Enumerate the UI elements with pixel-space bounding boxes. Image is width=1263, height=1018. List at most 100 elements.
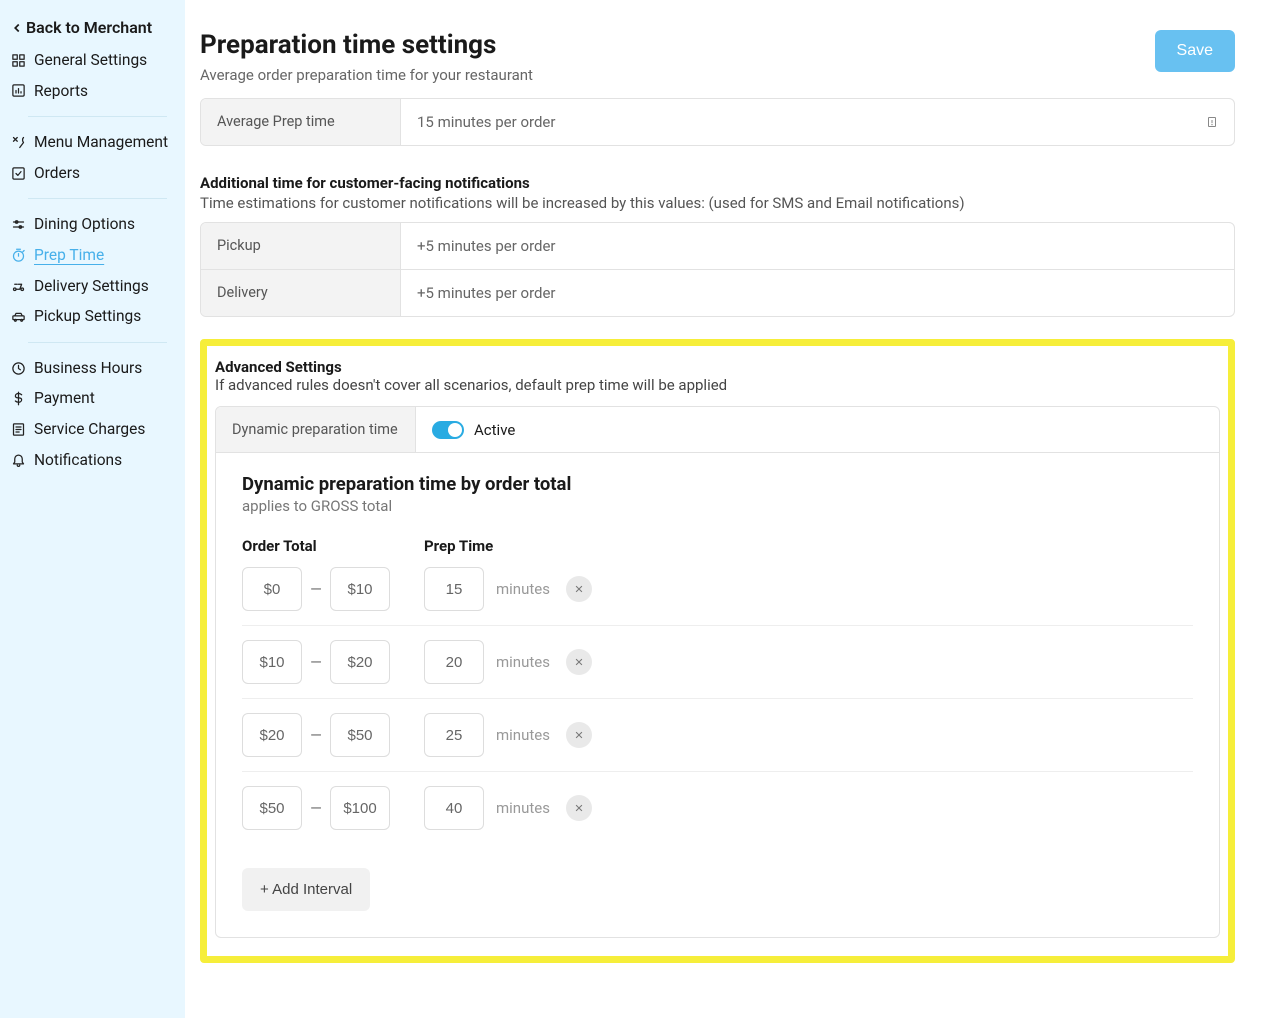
dollar-icon xyxy=(8,391,28,406)
avg-prep-label: Average Prep time xyxy=(201,99,401,145)
sliders-icon xyxy=(8,217,28,232)
add-interval-button[interactable]: + Add Interval xyxy=(242,868,370,911)
dynamic-body-title: Dynamic preparation time by order total xyxy=(242,473,1193,495)
additional-table: Pickup +5 minutes per order Delivery +5 … xyxy=(200,222,1235,317)
close-icon xyxy=(574,803,584,813)
sidebar-item-menu-management[interactable]: Menu Management xyxy=(0,127,185,158)
interval-row: — minutes xyxy=(242,626,1193,699)
close-icon xyxy=(574,730,584,740)
sidebar-item-pickup-settings[interactable]: Pickup Settings xyxy=(0,301,185,332)
clock-icon xyxy=(8,361,28,376)
delete-interval-button[interactable] xyxy=(566,795,592,821)
main-content: Preparation time settings Average order … xyxy=(185,0,1263,1018)
active-toggle[interactable] xyxy=(432,421,464,439)
note-icon xyxy=(1206,116,1218,128)
page-subtitle: Average order preparation time for your … xyxy=(200,66,533,84)
interval-row: — minutes xyxy=(242,699,1193,772)
delivery-value: +5 minutes per order xyxy=(401,270,1234,316)
dynamic-panel: Dynamic preparation time Active Dynamic … xyxy=(215,406,1220,938)
interval-to-input[interactable] xyxy=(330,640,390,684)
page-title: Preparation time settings xyxy=(200,30,533,60)
sidebar-item-label: Service Charges xyxy=(34,420,145,439)
additional-sub: Time estimations for customer notificati… xyxy=(200,194,1235,212)
prep-time-input[interactable] xyxy=(424,713,484,757)
sidebar-item-orders[interactable]: Orders xyxy=(0,158,185,189)
back-to-merchant-link[interactable]: Back to Merchant xyxy=(0,10,185,45)
sidebar-item-business-hours[interactable]: Business Hours xyxy=(0,353,185,384)
pickup-value: +5 minutes per order xyxy=(401,223,1234,269)
dash-separator: — xyxy=(302,653,330,671)
sidebar-item-label: Payment xyxy=(34,389,95,408)
sidebar-item-label: Delivery Settings xyxy=(34,277,149,296)
nav-divider xyxy=(28,116,167,117)
minutes-label: minutes xyxy=(496,726,550,744)
sidebar-item-reports[interactable]: Reports xyxy=(0,76,185,107)
nav-divider xyxy=(28,198,167,199)
timer-icon xyxy=(8,248,28,263)
interval-row: — minutes xyxy=(242,772,1193,844)
active-label: Active xyxy=(474,421,515,439)
advanced-heading: Advanced Settings xyxy=(215,358,1220,376)
sidebar: Back to Merchant General Settings Reports… xyxy=(0,0,185,1018)
delete-interval-button[interactable] xyxy=(566,649,592,675)
sidebar-item-label: Menu Management xyxy=(34,133,168,152)
car-icon xyxy=(8,309,28,324)
advanced-highlight: Advanced Settings If advanced rules does… xyxy=(200,339,1235,963)
delete-interval-button[interactable] xyxy=(566,722,592,748)
dash-separator: — xyxy=(302,580,330,598)
col-order-total: Order Total xyxy=(242,537,424,555)
dynamic-body-sub: applies to GROSS total xyxy=(242,497,1193,515)
sidebar-item-label: Pickup Settings xyxy=(34,307,141,326)
prep-time-input[interactable] xyxy=(424,567,484,611)
advanced-sub: If advanced rules doesn't cover all scen… xyxy=(215,376,1220,394)
interval-to-input[interactable] xyxy=(330,786,390,830)
chart-icon xyxy=(8,83,28,98)
sidebar-item-label: Business Hours xyxy=(34,359,142,378)
scooter-icon xyxy=(8,278,28,293)
interval-from-input[interactable] xyxy=(242,713,302,757)
interval-from-input[interactable] xyxy=(242,786,302,830)
sidebar-item-service-charges[interactable]: Service Charges xyxy=(0,414,185,445)
table-row: Pickup +5 minutes per order xyxy=(201,223,1234,270)
interval-from-input[interactable] xyxy=(242,640,302,684)
nav-divider xyxy=(28,342,167,343)
avg-prep-row: Average Prep time 15 minutes per order xyxy=(200,98,1235,146)
bell-icon xyxy=(8,452,28,467)
sidebar-item-label: General Settings xyxy=(34,51,147,70)
prep-time-input[interactable] xyxy=(424,640,484,684)
check-icon xyxy=(8,166,28,181)
minutes-label: minutes xyxy=(496,653,550,671)
sidebar-item-delivery-settings[interactable]: Delivery Settings xyxy=(0,271,185,302)
interval-to-input[interactable] xyxy=(330,713,390,757)
sidebar-item-label: Orders xyxy=(34,164,80,183)
minutes-label: minutes xyxy=(496,799,550,817)
sidebar-item-label: Prep Time xyxy=(34,246,104,265)
dynamic-prep-label: Dynamic preparation time xyxy=(216,407,416,452)
sidebar-item-label: Dining Options xyxy=(34,215,135,234)
col-prep-time: Prep Time xyxy=(424,537,493,555)
dash-separator: — xyxy=(302,799,330,817)
sidebar-item-dining-options[interactable]: Dining Options xyxy=(0,209,185,240)
utensils-icon xyxy=(8,135,28,150)
table-row: Delivery +5 minutes per order xyxy=(201,270,1234,316)
delivery-label: Delivery xyxy=(201,270,401,316)
close-icon xyxy=(574,657,584,667)
interval-from-input[interactable] xyxy=(242,567,302,611)
sidebar-item-label: Notifications xyxy=(34,451,122,470)
prep-time-input[interactable] xyxy=(424,786,484,830)
chevron-left-icon xyxy=(10,21,24,35)
delete-interval-button[interactable] xyxy=(566,576,592,602)
close-icon xyxy=(574,584,584,594)
dashboard-icon xyxy=(8,53,28,68)
interval-row: — minutes xyxy=(242,567,1193,626)
sidebar-item-payment[interactable]: Payment xyxy=(0,383,185,414)
sidebar-item-notifications[interactable]: Notifications xyxy=(0,445,185,476)
sidebar-item-prep-time[interactable]: Prep Time xyxy=(0,240,185,271)
avg-prep-value: 15 minutes per order xyxy=(417,113,555,131)
interval-to-input[interactable] xyxy=(330,567,390,611)
minutes-label: minutes xyxy=(496,580,550,598)
sidebar-item-general-settings[interactable]: General Settings xyxy=(0,45,185,76)
back-label: Back to Merchant xyxy=(26,18,152,37)
save-button[interactable]: Save xyxy=(1155,30,1235,72)
dash-separator: — xyxy=(302,726,330,744)
